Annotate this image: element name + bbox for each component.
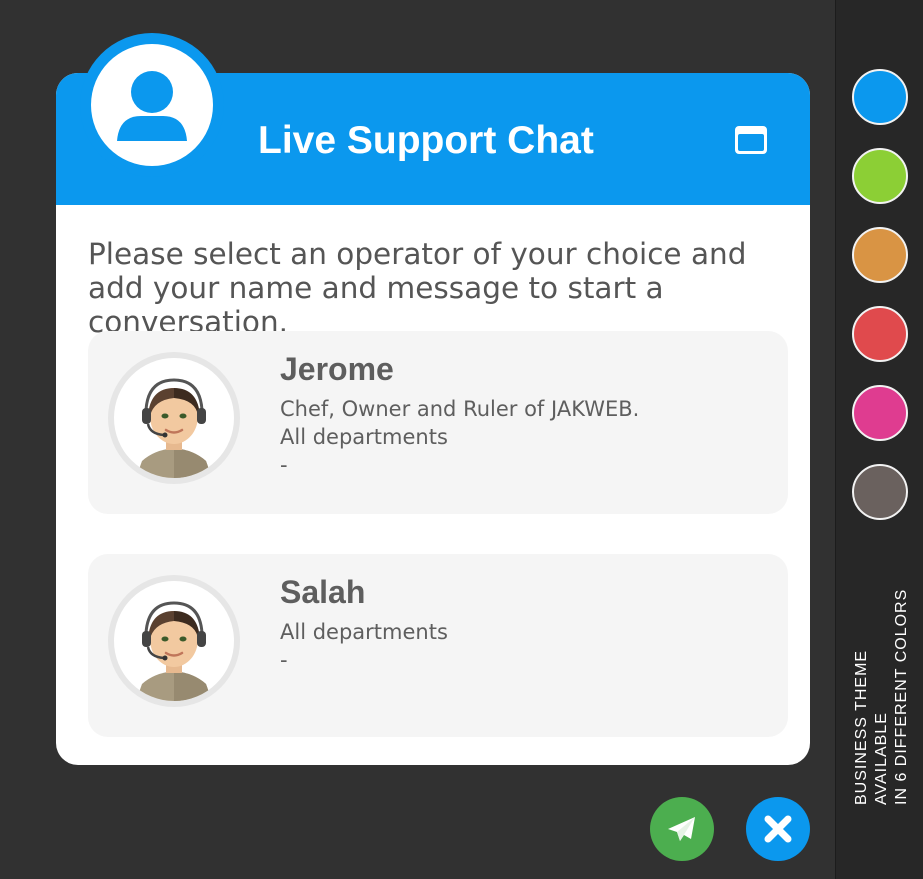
- chat-avatar-badge: [80, 33, 224, 177]
- color-swatch-gray[interactable]: [852, 464, 908, 520]
- theme-caption: BUSINESS THEME AVAILABLE IN 6 DIFFERENT …: [853, 555, 910, 805]
- color-swatch-pink[interactable]: [852, 385, 908, 441]
- operator-headset-icon: [114, 581, 234, 701]
- user-icon: [91, 44, 213, 166]
- minimize-window-icon[interactable]: [734, 125, 768, 155]
- chat-title: Live Support Chat: [258, 119, 594, 162]
- operator-department: All departments: [280, 620, 448, 644]
- close-x-icon: [764, 815, 792, 843]
- operator-description: Chef, Owner and Ruler of JAKWEB.: [280, 397, 640, 421]
- operator-department: All departments: [280, 425, 448, 449]
- operator-headset-icon: [114, 358, 234, 478]
- operator-avatar: [108, 575, 240, 707]
- send-paper-plane-icon: [668, 817, 695, 841]
- color-swatch-red[interactable]: [852, 306, 908, 362]
- color-swatch-blue[interactable]: [852, 69, 908, 125]
- chat-window: Live Support Chat Please select an opera…: [56, 73, 810, 765]
- color-swatch-green[interactable]: [852, 148, 908, 204]
- theme-color-sidebar: BUSINESS THEME AVAILABLE IN 6 DIFFERENT …: [835, 0, 923, 879]
- theme-caption-line2: IN 6 DIFFERENT COLORS: [893, 588, 910, 805]
- operator-extra: -: [280, 648, 288, 672]
- operator-extra: -: [280, 453, 288, 477]
- theme-caption-line1: BUSINESS THEME AVAILABLE: [853, 649, 890, 805]
- operator-name: Jerome: [280, 351, 394, 387]
- operator-card-jerome[interactable]: Jerome Chef, Owner and Ruler of JAKWEB. …: [88, 331, 788, 514]
- operator-name: Salah: [280, 574, 366, 610]
- operator-card-salah[interactable]: Salah All departments -: [88, 554, 788, 737]
- intro-text: Please select an operator of your choice…: [88, 237, 747, 339]
- send-button[interactable]: [650, 797, 714, 861]
- close-button[interactable]: [746, 797, 810, 861]
- color-swatch-orange[interactable]: [852, 227, 908, 283]
- operator-avatar: [108, 352, 240, 484]
